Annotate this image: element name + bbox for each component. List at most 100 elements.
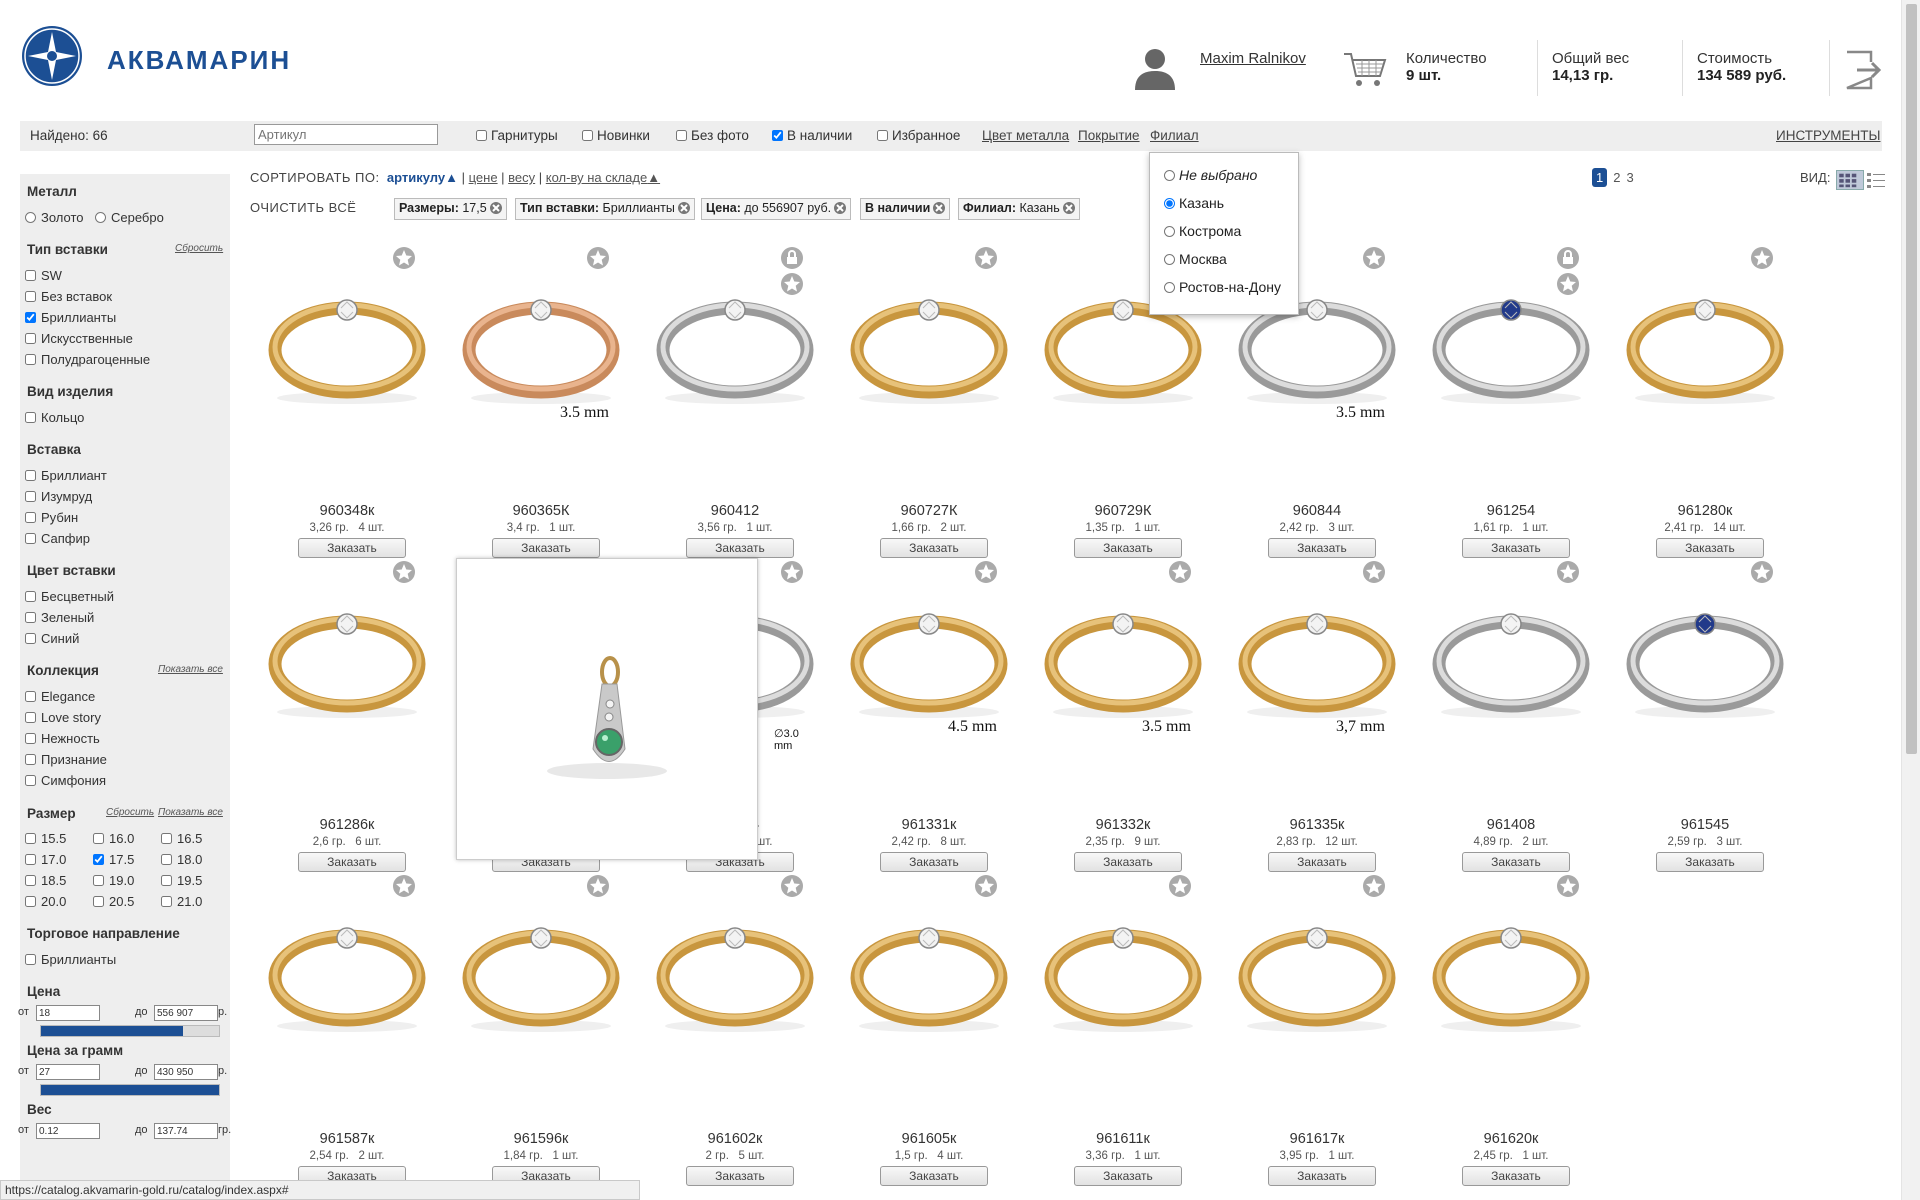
metal-color-link[interactable]: Цвет металла bbox=[982, 128, 1069, 143]
filter-izbrannoe[interactable]: Избранное bbox=[877, 128, 960, 143]
size-option[interactable]: 19.5 bbox=[161, 873, 202, 888]
favorite-star-icon[interactable] bbox=[974, 874, 998, 898]
favorite-star-icon[interactable] bbox=[1168, 560, 1192, 584]
product-article[interactable]: 960727К bbox=[832, 503, 1026, 519]
insert-type-option[interactable]: Полудрагоценные bbox=[25, 352, 150, 367]
remove-filter-icon[interactable] bbox=[489, 202, 502, 214]
insert-type-option[interactable]: SW bbox=[25, 268, 62, 283]
collection-option[interactable]: Признание bbox=[25, 752, 107, 767]
favorite-star-icon[interactable] bbox=[392, 246, 416, 270]
collection-option[interactable]: Elegance bbox=[25, 689, 95, 704]
collection-show-all[interactable]: Показать все bbox=[158, 664, 223, 675]
cart-icon[interactable] bbox=[1342, 50, 1388, 90]
size-option[interactable]: 16.5 bbox=[161, 831, 202, 846]
size-option[interactable]: 17.0 bbox=[25, 852, 66, 867]
branch-option[interactable]: Кострома bbox=[1164, 223, 1241, 239]
ring-image[interactable] bbox=[844, 594, 1014, 724]
size-option[interactable]: 19.0 bbox=[93, 873, 134, 888]
ring-image[interactable] bbox=[1426, 908, 1596, 1038]
instruments-link[interactable]: ИНСТРУМЕНТЫ bbox=[1776, 128, 1880, 143]
item-type-option[interactable]: Кольцо bbox=[25, 410, 84, 425]
favorite-star-icon[interactable] bbox=[780, 874, 804, 898]
filter-novinki[interactable]: Новинки bbox=[582, 128, 650, 143]
order-button[interactable]: Заказать bbox=[686, 1166, 794, 1186]
favorite-star-icon[interactable] bbox=[586, 874, 610, 898]
page-link[interactable]: 1 bbox=[1592, 168, 1608, 187]
size-show-all[interactable]: Показать все bbox=[158, 807, 223, 818]
weight-from-input[interactable] bbox=[36, 1123, 100, 1139]
sort-by-article[interactable]: артикулу▲ bbox=[387, 170, 458, 185]
ring-image[interactable] bbox=[1232, 908, 1402, 1038]
product-article[interactable]: 961254 bbox=[1414, 503, 1608, 519]
collection-option[interactable]: Нежность bbox=[25, 731, 100, 746]
product-article[interactable]: 961620к bbox=[1414, 1131, 1608, 1147]
favorite-star-icon[interactable] bbox=[1362, 874, 1386, 898]
size-option[interactable]: 20.0 bbox=[25, 894, 66, 909]
ring-image[interactable] bbox=[1620, 594, 1790, 724]
ring-image[interactable] bbox=[456, 280, 626, 410]
size-option[interactable]: 18.5 bbox=[25, 873, 66, 888]
order-button[interactable]: Заказать bbox=[1268, 1166, 1376, 1186]
favorite-star-icon[interactable] bbox=[1750, 560, 1774, 584]
collection-option[interactable]: Симфония bbox=[25, 773, 106, 788]
size-option[interactable]: 18.0 bbox=[161, 852, 202, 867]
order-button[interactable]: Заказать bbox=[1074, 1166, 1182, 1186]
filter-garnitury[interactable]: Гарнитуры bbox=[476, 128, 558, 143]
product-article[interactable]: 960412 bbox=[638, 503, 832, 519]
user-name-link[interactable]: Maxim Ralnikov bbox=[1200, 50, 1306, 67]
ring-image[interactable] bbox=[844, 908, 1014, 1038]
price-from-input[interactable] bbox=[36, 1005, 100, 1021]
product-article[interactable]: 961408 bbox=[1414, 817, 1608, 833]
filial-link[interactable]: Филиал bbox=[1150, 128, 1199, 143]
product-article[interactable]: 961545 bbox=[1608, 817, 1802, 833]
ring-image[interactable] bbox=[650, 280, 820, 410]
product-article[interactable]: 961611к bbox=[1026, 1131, 1220, 1147]
insert-type-reset[interactable]: Сбросить bbox=[175, 243, 223, 254]
logo-text[interactable]: АКВАМАРИН bbox=[107, 45, 291, 76]
product-article[interactable]: 961331к bbox=[832, 817, 1026, 833]
remove-filter-icon[interactable] bbox=[1062, 202, 1075, 214]
favorite-star-icon[interactable] bbox=[392, 874, 416, 898]
pokrytie-link[interactable]: Покрытие bbox=[1078, 128, 1140, 143]
size-option[interactable]: 17.5 bbox=[93, 852, 134, 867]
order-button[interactable]: Заказать bbox=[1462, 1166, 1570, 1186]
favorite-star-icon[interactable] bbox=[1556, 874, 1580, 898]
favorite-star-icon[interactable] bbox=[586, 246, 610, 270]
order-button[interactable]: Заказать bbox=[880, 1166, 988, 1186]
size-option[interactable]: 16.0 bbox=[93, 831, 134, 846]
order-button[interactable]: Заказать bbox=[1656, 852, 1764, 872]
scrollbar-thumb[interactable] bbox=[1906, 4, 1917, 754]
product-article[interactable]: 961602к bbox=[638, 1131, 832, 1147]
favorite-star-icon[interactable] bbox=[392, 560, 416, 584]
ring-image[interactable] bbox=[1426, 280, 1596, 410]
favorite-star-icon[interactable] bbox=[1750, 246, 1774, 270]
list-view-icon[interactable] bbox=[1866, 170, 1886, 190]
favorite-star-icon[interactable] bbox=[974, 560, 998, 584]
ring-image[interactable] bbox=[456, 908, 626, 1038]
size-reset[interactable]: Сбросить bbox=[106, 807, 154, 818]
remove-filter-icon[interactable] bbox=[933, 202, 946, 214]
sort-by-stock[interactable]: кол-ву на складе▲ bbox=[546, 170, 660, 185]
insert-color-option[interactable]: Синий bbox=[25, 631, 79, 646]
trade-option[interactable]: Бриллианты bbox=[25, 952, 116, 967]
insert-color-option[interactable]: Зеленый bbox=[25, 610, 94, 625]
ring-image[interactable] bbox=[262, 280, 432, 410]
favorite-star-icon[interactable] bbox=[1362, 560, 1386, 584]
product-article[interactable]: 961605к bbox=[832, 1131, 1026, 1147]
branch-option[interactable]: Москва bbox=[1164, 251, 1227, 267]
weight-to-input[interactable] bbox=[154, 1123, 218, 1139]
insert-type-option[interactable]: Без вставок bbox=[25, 289, 112, 304]
ring-image[interactable] bbox=[1038, 594, 1208, 724]
insert-type-option[interactable]: Бриллианты bbox=[25, 310, 116, 325]
filter-bez-foto[interactable]: Без фото bbox=[676, 128, 749, 143]
insert-option[interactable]: Изумруд bbox=[25, 489, 92, 504]
metal-option-gold[interactable]: Золото bbox=[25, 210, 84, 225]
grid-view-icon[interactable] bbox=[1836, 170, 1864, 190]
ring-image[interactable] bbox=[1038, 908, 1208, 1038]
price-slider[interactable] bbox=[40, 1025, 220, 1037]
size-option[interactable]: 21.0 bbox=[161, 894, 202, 909]
sort-by-weight[interactable]: весу bbox=[508, 170, 535, 185]
price-gram-from-input[interactable] bbox=[36, 1064, 100, 1080]
lock-icon[interactable] bbox=[780, 246, 804, 270]
ring-image[interactable] bbox=[1426, 594, 1596, 724]
